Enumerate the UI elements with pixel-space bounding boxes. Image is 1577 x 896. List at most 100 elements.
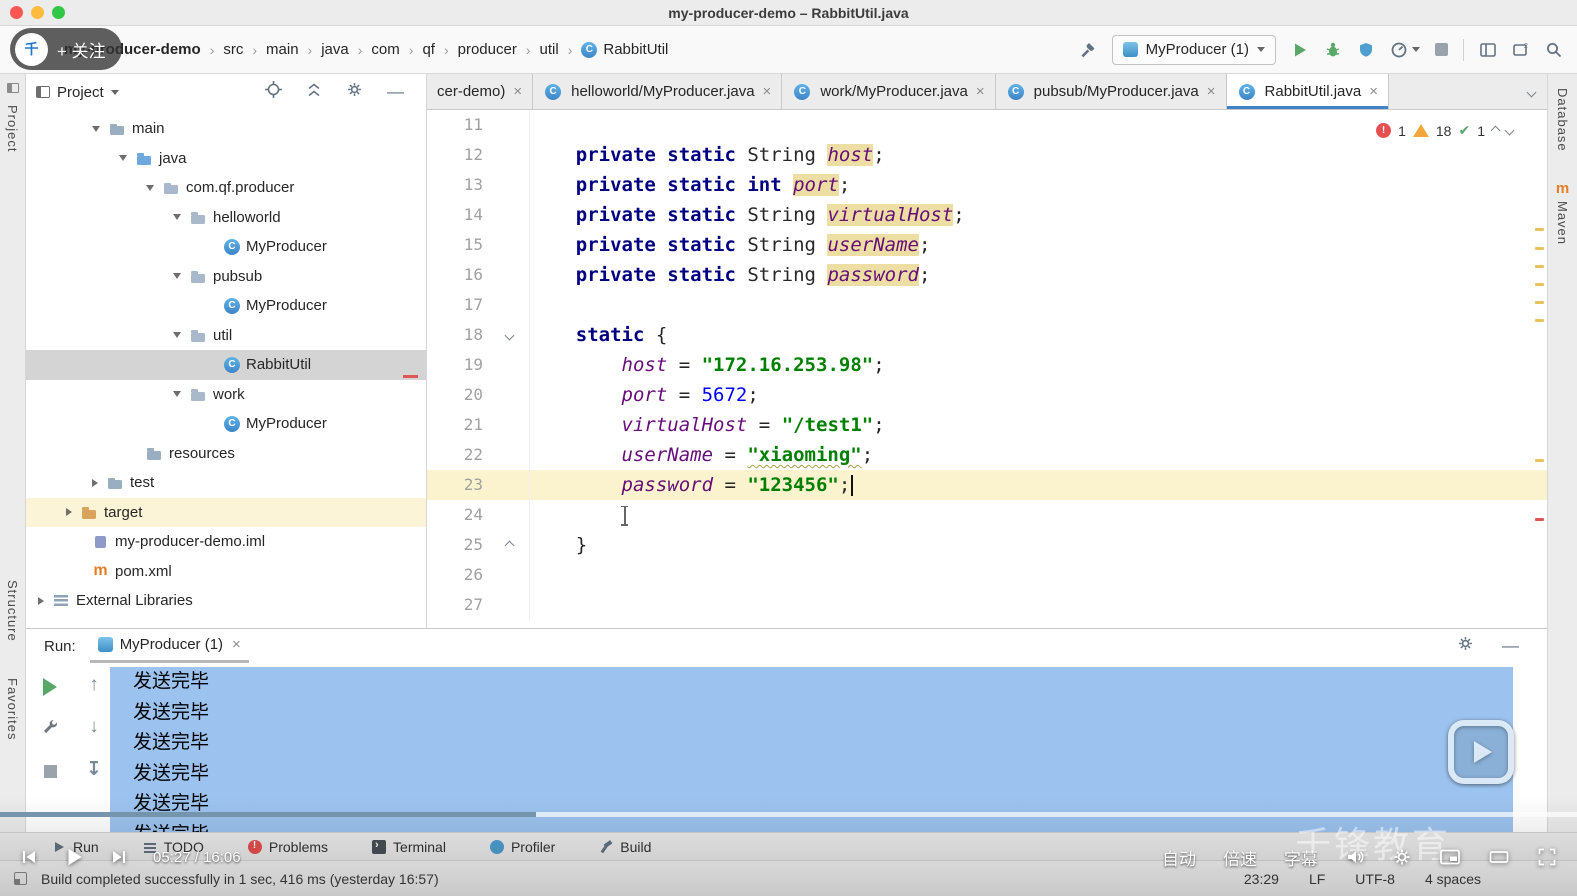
console-line[interactable]: 发送完毕 [110,728,1513,759]
run-config-selector[interactable]: MyProducer (1) [1111,34,1276,65]
code-line[interactable]: 16 private static String password; [427,260,1547,290]
chevron-right-icon[interactable] [92,478,98,487]
code-area[interactable]: 11 12 private static String host; 13 priva… [427,110,1547,620]
chevron-down-icon[interactable] [110,89,119,95]
theater-mode-icon[interactable] [1488,847,1510,867]
project-tree-item[interactable]: helloworld [26,203,426,233]
chevron-right-icon[interactable] [38,596,44,605]
project-tree-item[interactable]: test [26,468,426,498]
project-tree-item[interactable]: m pom.xml [26,557,426,587]
player-settings-gear-icon[interactable] [1392,847,1412,867]
speed-button[interactable]: 倍速 [1223,845,1257,870]
chevron-down-icon[interactable] [119,155,127,162]
line-number[interactable]: 19 [427,350,489,380]
tab-close-icon[interactable]: × [513,83,522,100]
quality-button[interactable]: 自动 [1162,845,1196,870]
previous-video-button[interactable] [20,848,38,866]
project-tree-item[interactable]: main [26,114,426,144]
line-number[interactable]: 24 [427,500,489,530]
next-video-button[interactable] [110,848,128,866]
next-problem-icon[interactable] [1504,125,1515,136]
line-number[interactable]: 16 [427,260,489,290]
inspections-widget[interactable]: ! 1 18 ✔ 1 [1376,122,1515,139]
code-line[interactable]: 23 password = "123456"; [427,470,1547,500]
line-number[interactable]: 26 [427,560,489,590]
code-line[interactable]: 26 [427,560,1547,590]
project-toolwindow-icon[interactable] [6,83,19,93]
project-tree-item[interactable]: pubsub [26,262,426,292]
warning-stripe-mark[interactable] [1535,228,1544,231]
breadcrumb-item[interactable]: RabbitUtil [601,41,670,58]
stripe-maven-label[interactable]: Maven [1555,201,1570,245]
up-stacktrace-icon[interactable]: ↑ [82,673,106,697]
video-progress-bar[interactable] [0,812,1577,817]
project-tree-item[interactable]: C MyProducer [26,409,426,439]
editor[interactable]: 11 12 private static String host; 13 priva… [427,110,1547,628]
stripe-database-label[interactable]: Database [1555,88,1570,152]
line-number[interactable]: 23 [427,470,489,500]
code-text[interactable]: } [529,530,1547,560]
subtitle-button[interactable]: 字幕 [1284,845,1318,870]
code-text[interactable]: static { [529,320,1547,350]
code-line[interactable]: 24 [427,500,1547,530]
code-text[interactable]: host = "172.16.253.98"; [529,350,1547,380]
fold-indicator[interactable] [489,320,529,350]
project-tree-item[interactable]: External Libraries [26,586,426,616]
line-number[interactable]: 15 [427,230,489,260]
previous-problem-icon[interactable] [1490,125,1501,136]
build-hammer-icon[interactable] [1079,41,1097,59]
code-text[interactable]: virtualHost = "/test1"; [529,410,1547,440]
warning-stripe-mark[interactable] [1535,301,1544,304]
tab-close-icon[interactable]: × [763,83,772,100]
line-number[interactable]: 21 [427,410,489,440]
fold-indicator[interactable] [489,530,529,560]
console-line[interactable]: 发送完毕 [110,758,1513,789]
debug-button[interactable] [1324,41,1342,59]
breadcrumb-item[interactable]: producer [456,41,519,58]
tab-close-icon[interactable]: × [1207,83,1216,100]
console-line[interactable]: 发送完毕 [110,667,1513,698]
project-panel-title[interactable]: Project [57,84,104,101]
line-number[interactable]: 20 [427,380,489,410]
code-line[interactable]: 27 [427,590,1547,620]
project-tree-item[interactable]: C RabbitUtil [26,350,426,380]
code-text[interactable] [529,500,1547,530]
run-button[interactable] [1291,41,1309,59]
warning-stripe-mark[interactable] [1535,283,1544,286]
run-console[interactable]: 发送完毕发送完毕发送完毕发送完毕发送完毕发送完毕 [110,663,1547,832]
code-text[interactable]: userName = "xiaoming"; [529,440,1547,470]
warning-stripe-mark[interactable] [1535,265,1544,268]
warning-stripe-mark[interactable] [1535,459,1544,462]
minimize-icon[interactable]: — [1502,636,1519,656]
play-button[interactable] [63,846,85,868]
error-stripe-mark[interactable] [1535,518,1544,521]
chevron-right-icon[interactable] [66,508,72,517]
locate-file-icon[interactable] [265,81,282,103]
settings-wrench-icon[interactable] [38,715,62,739]
line-number[interactable]: 25 [427,530,489,560]
gear-icon[interactable] [346,81,363,103]
breadcrumb-item[interactable]: util [538,41,561,58]
stop-button[interactable] [38,759,62,783]
chevron-down-icon[interactable] [173,273,181,280]
code-line[interactable]: 17 [427,290,1547,320]
run-tab[interactable]: MyProducer (1) × [89,629,249,663]
code-line[interactable]: 14 private static String virtualHost; [427,200,1547,230]
line-number[interactable]: 14 [427,200,489,230]
warning-stripe-mark[interactable] [1535,247,1544,250]
editor-tab[interactable]: Cpubsub/MyProducer.java × [996,74,1227,109]
editor-tab[interactable]: Cwork/MyProducer.java × [782,74,996,109]
tab-close-icon[interactable]: × [232,636,241,653]
line-number[interactable]: 11 [427,110,489,140]
tv-cast-button[interactable] [1448,720,1514,784]
hidden-tabs-chevron-icon[interactable] [1526,83,1537,101]
chevron-down-icon[interactable] [92,125,100,132]
project-tree-item[interactable]: C MyProducer [26,291,426,321]
chevron-down-icon[interactable] [146,184,154,191]
code-text[interactable]: private static String virtualHost; [529,200,1547,230]
line-number[interactable]: 12 [427,140,489,170]
code-text[interactable]: private static String userName; [529,230,1547,260]
breadcrumb-item[interactable]: src [221,41,245,58]
chevron-down-icon[interactable] [173,391,181,398]
line-number[interactable]: 22 [427,440,489,470]
